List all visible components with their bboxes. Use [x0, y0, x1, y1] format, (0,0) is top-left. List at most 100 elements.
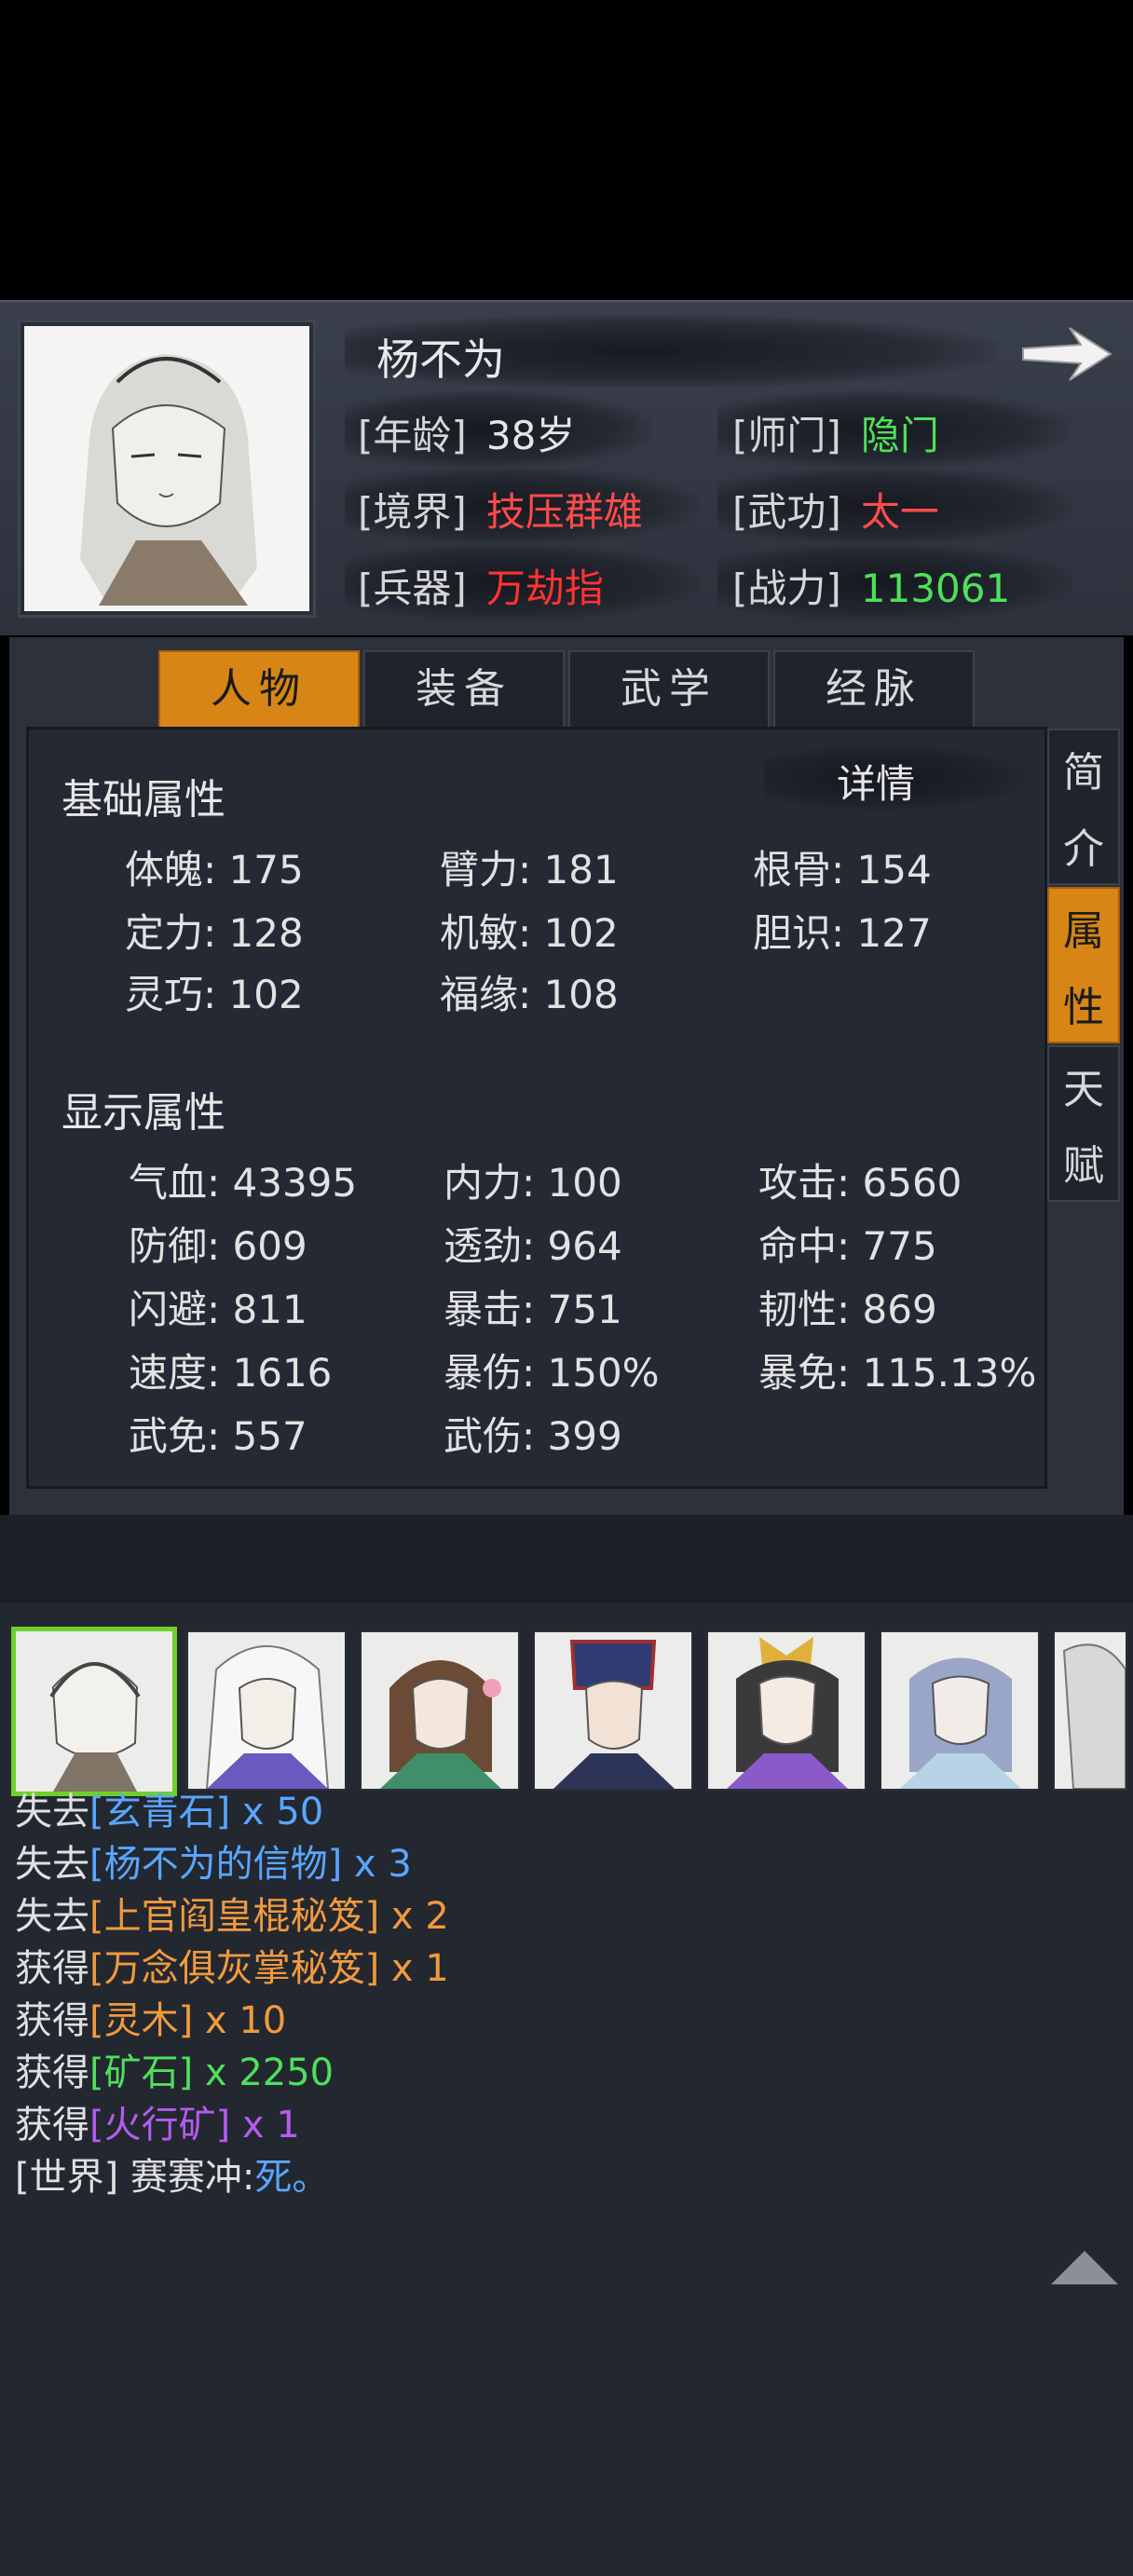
team-avatar-2[interactable] — [186, 1630, 347, 1791]
stat-agility: 机敏: 102 — [440, 910, 619, 956]
log-line: 获得[万念俱灰掌秘笈] x 1 — [15, 1938, 449, 1992]
log-qty: x 3 — [342, 1843, 412, 1886]
stat-focus: 定力: 128 — [125, 910, 304, 956]
team-avatar-7[interactable] — [1053, 1630, 1127, 1791]
portrait-image — [24, 326, 309, 611]
stat-physique: 体魄: 175 — [125, 847, 304, 893]
log-item[interactable]: [火行矿] — [89, 2104, 230, 2147]
world-chat-line: [世界] 赛赛冲:死。 — [15, 2147, 329, 2201]
power-field: [战力] 113061 — [732, 557, 1010, 614]
side-tab-char: 简 — [1063, 749, 1104, 797]
age-label: [年龄] — [358, 413, 467, 458]
stat-hp: 气血: 43395 — [129, 1160, 358, 1206]
log-item[interactable]: [玄青石] — [89, 1791, 230, 1833]
stat-arm-strength: 臂力: 181 — [440, 847, 619, 893]
log-prefix: 失去 — [15, 1843, 89, 1886]
sect-value: 隐门 — [860, 413, 939, 458]
log-line: 获得[火行矿] x 1 — [15, 2094, 300, 2148]
side-tab-char: 介 — [1063, 825, 1104, 873]
martial-value: 太一 — [860, 489, 939, 535]
log-line: 获得[矿石] x 2250 — [15, 2042, 334, 2096]
basic-attributes-title: 基础属性 — [61, 776, 225, 824]
team-avatar-3[interactable] — [360, 1630, 520, 1791]
log-item[interactable]: [灵木] — [89, 1999, 193, 2042]
team-avatar-1[interactable] — [11, 1627, 177, 1796]
stat-martial-resist: 武免: 557 — [129, 1413, 307, 1459]
log-qty: x 2 — [379, 1895, 449, 1938]
stat-toughness: 韧性: 869 — [758, 1287, 937, 1332]
side-tab-talent[interactable]: 天 赋 — [1047, 1045, 1120, 1202]
stat-bone: 根骨: 154 — [753, 847, 932, 893]
stat-courage: 胆识: 127 — [753, 910, 932, 956]
stat-accuracy: 命中: 775 — [758, 1223, 937, 1269]
character-name: 杨不为 — [376, 334, 505, 385]
stat-dexterity: 灵巧: 102 — [125, 972, 304, 1017]
chat-speaker[interactable]: 赛赛冲: — [118, 2156, 255, 2199]
tab-martial-arts[interactable]: 武学 — [568, 650, 770, 729]
log-qty: x 10 — [193, 1999, 287, 2042]
realm-value: 技压群雄 — [485, 489, 643, 535]
stat-dodge: 闪避: 811 — [129, 1287, 307, 1332]
log-prefix: 获得 — [15, 2104, 89, 2147]
chat-channel: [世界] — [15, 2156, 119, 2199]
tab-equipment[interactable]: 装备 — [363, 650, 565, 729]
log-qty: x 2250 — [193, 2051, 334, 2094]
log-prefix: 失去 — [15, 1791, 89, 1833]
stat-defense: 防御: 609 — [129, 1223, 307, 1269]
stat-penetration: 透劲: 964 — [444, 1223, 622, 1269]
stat-attack: 攻击: 6560 — [758, 1160, 962, 1206]
tab-meridians[interactable]: 经脉 — [773, 650, 975, 729]
team-avatar-5[interactable] — [706, 1630, 867, 1791]
stat-speed: 速度: 1616 — [129, 1350, 333, 1396]
log-item[interactable]: [万念俱灰掌秘笈] — [89, 1947, 379, 1990]
tab-character[interactable]: 人物 — [158, 650, 360, 729]
log-item[interactable]: [上官阎皇棍秘笈] — [89, 1895, 379, 1938]
log-line: 获得[灵木] x 10 — [15, 1990, 286, 2044]
sect-label: [师门] — [732, 413, 841, 458]
log-item[interactable]: [矿石] — [89, 2051, 193, 2094]
stat-crit-resist: 暴免: 115.13% — [758, 1350, 1037, 1396]
side-tab-char: 天 — [1063, 1066, 1104, 1113]
side-tab-intro[interactable]: 简 介 — [1047, 729, 1120, 885]
weapon-label: [兵器] — [358, 566, 467, 611]
side-tab-char: 性 — [1063, 984, 1104, 1031]
age-value: 38岁 — [485, 413, 576, 458]
realm-field: [境界] 技压群雄 — [358, 481, 643, 538]
side-tab-attributes[interactable]: 属 性 — [1047, 887, 1120, 1043]
log-item[interactable]: [杨不为的信物] — [89, 1843, 342, 1886]
side-tab-char: 赋 — [1063, 1142, 1104, 1190]
scroll-up-icon[interactable] — [1051, 2251, 1118, 2284]
stat-internal-power: 内力: 100 — [444, 1160, 622, 1206]
weapon-field: [兵器] 万劫指 — [358, 557, 604, 614]
log-line: 失去[杨不为的信物] x 3 — [15, 1833, 412, 1888]
stat-martial-damage: 武伤: 399 — [444, 1413, 622, 1459]
stat-crit: 暴击: 751 — [444, 1287, 622, 1332]
team-avatar-4[interactable] — [533, 1630, 693, 1791]
log-qty: x 1 — [379, 1947, 449, 1990]
log-qty: x 50 — [230, 1791, 324, 1833]
log-prefix: 获得 — [15, 2051, 89, 2094]
chat-text: 死。 — [254, 2156, 330, 2199]
next-arrow-icon[interactable] — [1016, 317, 1118, 391]
age-field: [年龄] 38岁 — [358, 404, 575, 461]
log-line: 失去[玄青石] x 50 — [15, 1781, 323, 1835]
realm-label: [境界] — [358, 489, 467, 535]
log-prefix: 获得 — [15, 1947, 89, 1990]
stat-crit-damage: 暴伤: 150% — [444, 1350, 660, 1396]
sect-field: [师门] 隐门 — [732, 404, 939, 461]
log-line: 失去[上官阎皇棍秘笈] x 2 — [15, 1886, 449, 1940]
weapon-value: 万劫指 — [485, 566, 604, 611]
team-avatar-6[interactable] — [880, 1630, 1040, 1791]
character-portrait[interactable] — [20, 322, 313, 615]
separator — [0, 1515, 1133, 1602]
martial-label: [武功] — [732, 489, 841, 535]
power-label: [战力] — [732, 566, 841, 611]
display-attributes-title: 显示属性 — [61, 1089, 225, 1137]
power-value: 113061 — [860, 566, 1011, 611]
stat-fortune: 福缘: 108 — [440, 972, 619, 1017]
log-qty: x 1 — [230, 2104, 300, 2147]
log-prefix: 获得 — [15, 1999, 89, 2042]
martial-field: [武功] 太一 — [732, 481, 939, 538]
log-prefix: 失去 — [15, 1895, 89, 1938]
side-tab-char: 属 — [1063, 907, 1104, 955]
